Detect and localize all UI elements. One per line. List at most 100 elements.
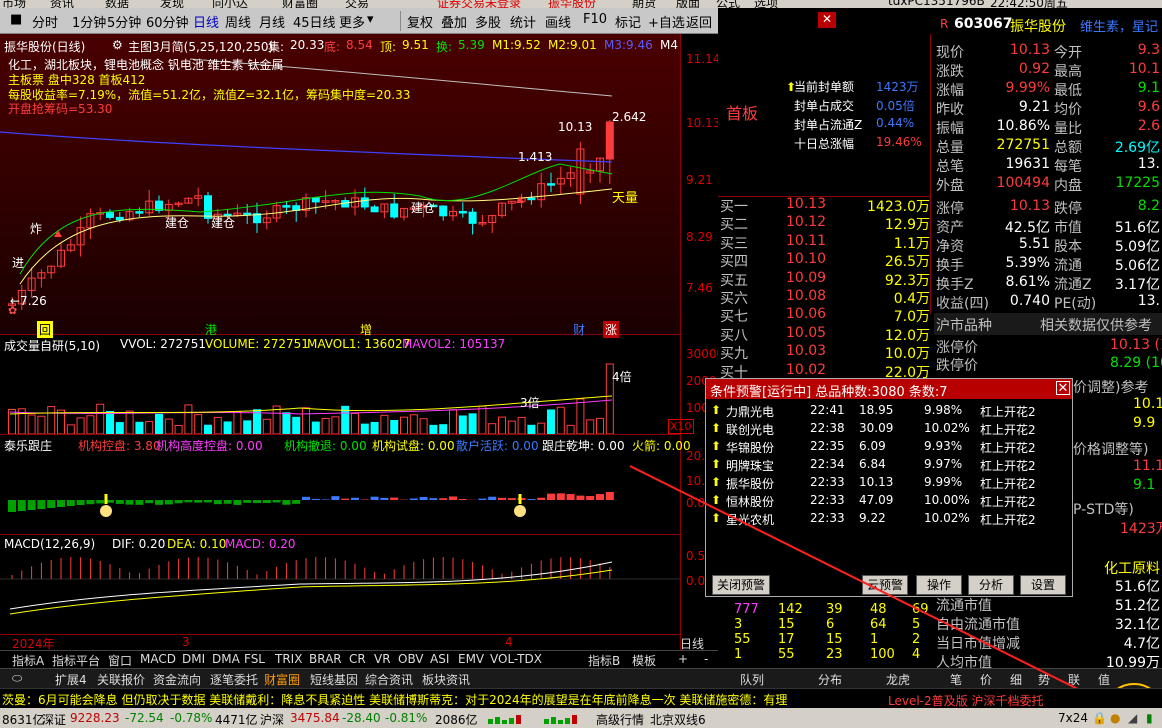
menu-trade[interactable]: 交易 xyxy=(345,0,369,8)
toggle-icon[interactable]: ⬭ xyxy=(12,671,22,686)
marker-hui[interactable]: 回 xyxy=(37,321,54,338)
tab-obv[interactable]: OBV xyxy=(398,652,424,666)
alert-row[interactable]: ⬆ 星光农机 22:33 9.22 10.02% 杠上开花2 xyxy=(706,509,1072,527)
tab-fsl[interactable]: FSL xyxy=(244,652,265,666)
tab-wealth[interactable]: 财富圈 xyxy=(264,671,300,688)
user-icon[interactable]: ◢ xyxy=(1128,711,1137,725)
tab-short-gene[interactable]: 短线基因 xyxy=(310,671,358,688)
lock-icon[interactable]: 🔒 xyxy=(1092,711,1107,725)
alert-row[interactable]: ⬆ 华锦股份 22:35 6.09 9.93% 杠上开花2 xyxy=(706,437,1072,455)
tab-window[interactable]: 窗口 xyxy=(108,652,132,669)
tab-tick[interactable]: 笔 xyxy=(950,671,962,688)
quote-mode[interactable]: 高级行情 xyxy=(596,711,644,728)
tab-link[interactable]: 联 xyxy=(1068,671,1080,688)
tab-1min[interactable]: 1分钟 xyxy=(72,12,106,31)
tab-dmi[interactable]: DMI xyxy=(182,652,205,666)
plus-icon[interactable]: + xyxy=(678,652,688,666)
tab-sector-news[interactable]: 板块资讯 xyxy=(422,671,470,688)
tab-emv[interactable]: EMV xyxy=(458,652,484,666)
alert-row[interactable]: ⬆ 明牌珠宝 22:34 6.84 9.97% 杠上开花2 xyxy=(706,455,1072,473)
tab-comprehensive-news[interactable]: 综合资讯 xyxy=(365,671,413,688)
bid-row[interactable]: 买四 10.10 26.5万 xyxy=(720,251,932,270)
tab-cr[interactable]: CR xyxy=(349,652,366,666)
marker-gang[interactable]: 港 xyxy=(205,321,217,338)
button-overlay[interactable]: 叠加 xyxy=(441,12,467,31)
tab-tick-orders[interactable]: 逐笔委托 xyxy=(210,671,258,688)
bid-row[interactable]: 买九 10.03 10.0万 xyxy=(720,343,932,362)
tab-5min[interactable]: 5分钟 xyxy=(107,12,141,31)
tab-queue[interactable]: 队列 xyxy=(740,671,764,688)
button-back[interactable]: 返回 xyxy=(686,12,712,31)
tab-ext4[interactable]: 扩展4 xyxy=(55,671,87,688)
tab-template[interactable]: 模板 xyxy=(632,652,656,669)
coin-icon[interactable]: ● xyxy=(1110,711,1120,725)
connection[interactable]: 北京双线6 xyxy=(650,711,706,728)
bid-row[interactable]: 买七 10.06 7.0万 xyxy=(720,306,932,325)
button-adjust[interactable]: 复权 xyxy=(407,12,433,31)
level2-promo[interactable]: Level-2普及版 沪深千档委托 xyxy=(888,692,1043,709)
marker-zeng[interactable]: 增 xyxy=(360,321,372,338)
tab-indicator-platform[interactable]: 指标平台 xyxy=(52,652,100,669)
alert-row[interactable]: ⬆ 恒林股份 22:33 47.09 10.00% 杠上开花2 xyxy=(706,491,1072,509)
tab-indicator-b[interactable]: 指标B xyxy=(588,652,620,669)
tab-brar[interactable]: BRAR xyxy=(309,652,342,666)
tab-monthly[interactable]: 月线 xyxy=(259,12,285,31)
cloud-alert-button[interactable]: 云预警 xyxy=(862,575,908,595)
tab-dragon-tiger[interactable]: 龙虎 xyxy=(886,671,910,688)
kline-chart-area[interactable]: ✿ 振华股份(日线) ⚙ 主图3月简(5,25,120,250) 集: 20.33… xyxy=(0,34,724,651)
tab-distribution[interactable]: 分布 xyxy=(818,671,842,688)
tab-more[interactable]: 更多 xyxy=(339,12,365,31)
tab-asi[interactable]: ASI xyxy=(430,652,449,666)
button-stats[interactable]: 统计 xyxy=(510,12,536,31)
tab-value[interactable]: 值 xyxy=(1098,671,1110,688)
analyze-button[interactable]: 分析 xyxy=(968,575,1014,595)
tab-detail[interactable]: 细 xyxy=(1010,671,1022,688)
news-ticker[interactable]: 茨曼：6月可能会降息 但仍取决于数据 美联储戴利：降息不具紧迫性 美联储博斯蒂克… xyxy=(0,688,1162,708)
menu-layout[interactable]: 版面 xyxy=(676,0,700,8)
tab-weekly[interactable]: 周线 xyxy=(225,12,251,31)
chevron-down-icon[interactable]: ▾ xyxy=(367,12,374,27)
tab-price[interactable]: 价 xyxy=(980,671,992,688)
tab-trend[interactable]: 势 xyxy=(1038,671,1050,688)
bid-row[interactable]: 买二 10.12 12.9万 xyxy=(720,214,932,233)
bid-row[interactable]: 买八 10.05 12.0万 xyxy=(720,325,932,344)
bid-row[interactable]: 买十 10.02 22.0万 xyxy=(720,362,932,381)
signal-icon[interactable]: ▮ xyxy=(1146,711,1153,725)
bid-row[interactable]: 买五 10.09 92.3万 xyxy=(720,270,932,289)
ticker-text[interactable]: 茨曼：6月可能会降息 但仍取决于数据 美联储戴利：降息不具紧迫性 美联储博斯蒂克… xyxy=(2,691,787,708)
bid-row[interactable]: 买一 10.13 1423.0万 xyxy=(720,196,932,215)
settings-icon[interactable]: ⚙ xyxy=(112,38,123,52)
tab-trix[interactable]: TRIX xyxy=(275,652,302,666)
close-panel-icon[interactable]: ✕ xyxy=(818,12,836,28)
tab-45day[interactable]: 45日线 xyxy=(293,12,336,31)
button-mark[interactable]: 标记 xyxy=(615,12,641,31)
menu-options[interactable]: 选项 xyxy=(754,0,778,8)
menu-news[interactable]: 资讯 xyxy=(50,0,74,8)
alert-dialog[interactable]: 条件预警[运行中] 总品种数:3080 条数:7 ✕ ⬆ 力鼎光电 22:41 18.… xyxy=(705,378,1073,597)
tab-timeshare[interactable]: 分时 xyxy=(32,12,58,31)
menu-data[interactable]: 数据 xyxy=(105,0,129,8)
alert-title[interactable]: 条件预警[运行中] 总品种数:3080 条数:7 xyxy=(706,379,1072,400)
x24-label[interactable]: 7x24 xyxy=(1058,711,1088,725)
menu-wealth[interactable]: 财富圈 xyxy=(282,0,318,8)
alert-row[interactable]: ⬆ 振华股份 22:33 10.13 9.99% 杠上开花2 xyxy=(706,473,1072,491)
tab-macd[interactable]: MACD xyxy=(140,652,176,666)
alert-row[interactable]: ⬆ 力鼎光电 22:41 18.95 9.98% 杠上开花2 xyxy=(706,401,1072,419)
alert-row[interactable]: ⬆ 联创光电 22:38 30.09 10.02% 杠上开花2 xyxy=(706,419,1072,437)
settings-button[interactable]: 设置 xyxy=(1020,575,1066,595)
close-alert-button[interactable]: 关闭预警 xyxy=(712,575,770,595)
tab-fund-flow[interactable]: 资金流向 xyxy=(153,671,201,688)
tab-vol-tdx[interactable]: VOL-TDX xyxy=(490,652,542,666)
tab-vr[interactable]: VR xyxy=(374,652,391,666)
button-add-watch[interactable]: +自选 xyxy=(648,12,685,31)
menu-login-status[interactable]: 证券交易未登录 xyxy=(437,0,521,8)
minus-icon[interactable]: - xyxy=(704,652,708,666)
tab-indicator-a[interactable]: 指标A xyxy=(12,652,44,669)
bid-row[interactable]: 买三 10.11 1.1万 xyxy=(720,233,932,252)
button-f10[interactable]: F10 xyxy=(583,12,607,27)
menu-formula[interactable]: 公式 xyxy=(716,0,740,8)
menu-market[interactable]: 市场 xyxy=(2,0,26,8)
menu-assistant[interactable]: 向小达 xyxy=(212,0,248,8)
operation-button[interactable]: 操作 xyxy=(916,575,962,595)
marker-cai[interactable]: 财 xyxy=(573,321,585,338)
